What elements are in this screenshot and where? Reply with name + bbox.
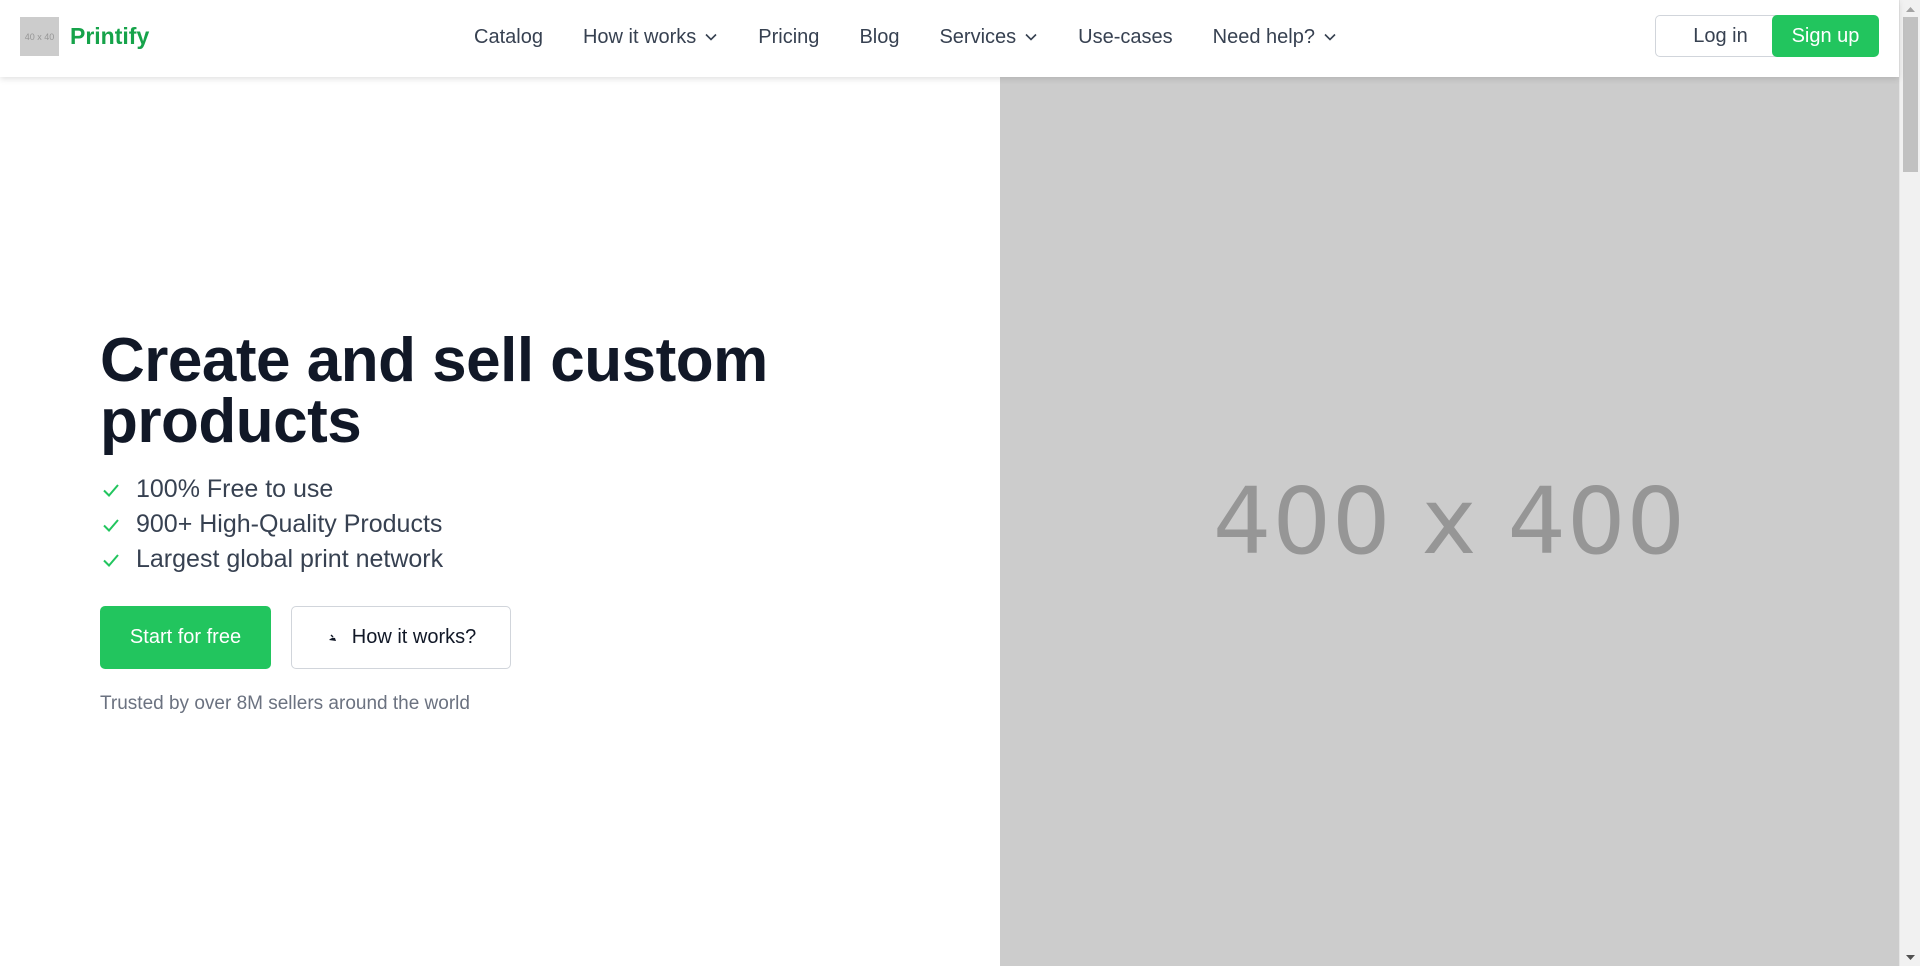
login-button[interactable]: Log in [1655,15,1786,57]
scroll-thumb[interactable] [1903,17,1918,172]
chevron-down-icon [1324,33,1336,41]
site-header: 40 x 40 Printify Catalog How it works Pr… [0,0,1899,77]
play-icon [328,634,336,641]
page: 40 x 40 Printify Catalog How it works Pr… [0,0,1920,966]
feature-text: Largest global print network [136,545,444,573]
how-it-works-label: How it works? [351,626,477,648]
check-icon [103,553,119,567]
nav-item-use-cases[interactable]: Use-cases [1078,26,1172,49]
nav-label: Services [939,25,1017,48]
nav-item-pricing[interactable]: Pricing [758,26,819,49]
nav-item-blog[interactable]: Blog [859,26,899,49]
nav-label: Blog [859,25,900,48]
start-for-free-button[interactable]: Start for free [100,606,271,669]
check-icon [103,518,119,532]
nav-label: How it works [582,25,697,48]
feature-list: 100% Free to use 900+ High-Quality Produ… [100,472,443,577]
nav-label: Pricing [758,25,820,48]
feature-item: 900+ High-Quality Products [100,507,443,542]
feature-item: 100% Free to use [100,472,443,507]
nav-item-catalog[interactable]: Catalog [474,26,543,49]
trusted-text: Trusted by over 8M sellers around the wo… [100,693,470,714]
feature-text: 100% Free to use [136,475,334,503]
nav-item-services[interactable]: Services [939,26,1038,49]
feature-text: 900+ High-Quality Products [136,510,443,538]
signup-button[interactable]: Sign up [1772,15,1879,57]
hero-image-placeholder: 400 x 400 [1212,468,1687,575]
logo-image: 40 x 40 [20,17,59,56]
feature-item: Largest global print network [100,542,443,577]
chevron-down-icon [705,33,717,41]
hero-image: 400 x 400 [1000,77,1899,966]
nav-label: Need help? [1212,25,1315,48]
check-icon [103,483,119,497]
scrollbar[interactable] [1899,0,1920,966]
scroll-down-arrow-icon[interactable] [1900,949,1920,966]
logo-link[interactable]: 40 x 40 Printify [20,17,149,56]
brand-name: Printify [70,23,150,49]
hero-title: Create and sell custom products [100,326,768,456]
how-it-works-button[interactable]: How it works? [291,606,511,669]
chevron-down-icon [1025,33,1037,41]
nav-label: Catalog [474,25,543,48]
nav-item-how-it-works[interactable]: How it works [583,26,718,49]
scroll-up-arrow-icon[interactable] [1900,0,1920,17]
nav-label: Use-cases [1078,25,1173,48]
nav-item-need-help[interactable]: Need help? [1213,26,1337,49]
main-nav: Catalog How it works Pricing Blog Servic… [474,0,1337,74]
